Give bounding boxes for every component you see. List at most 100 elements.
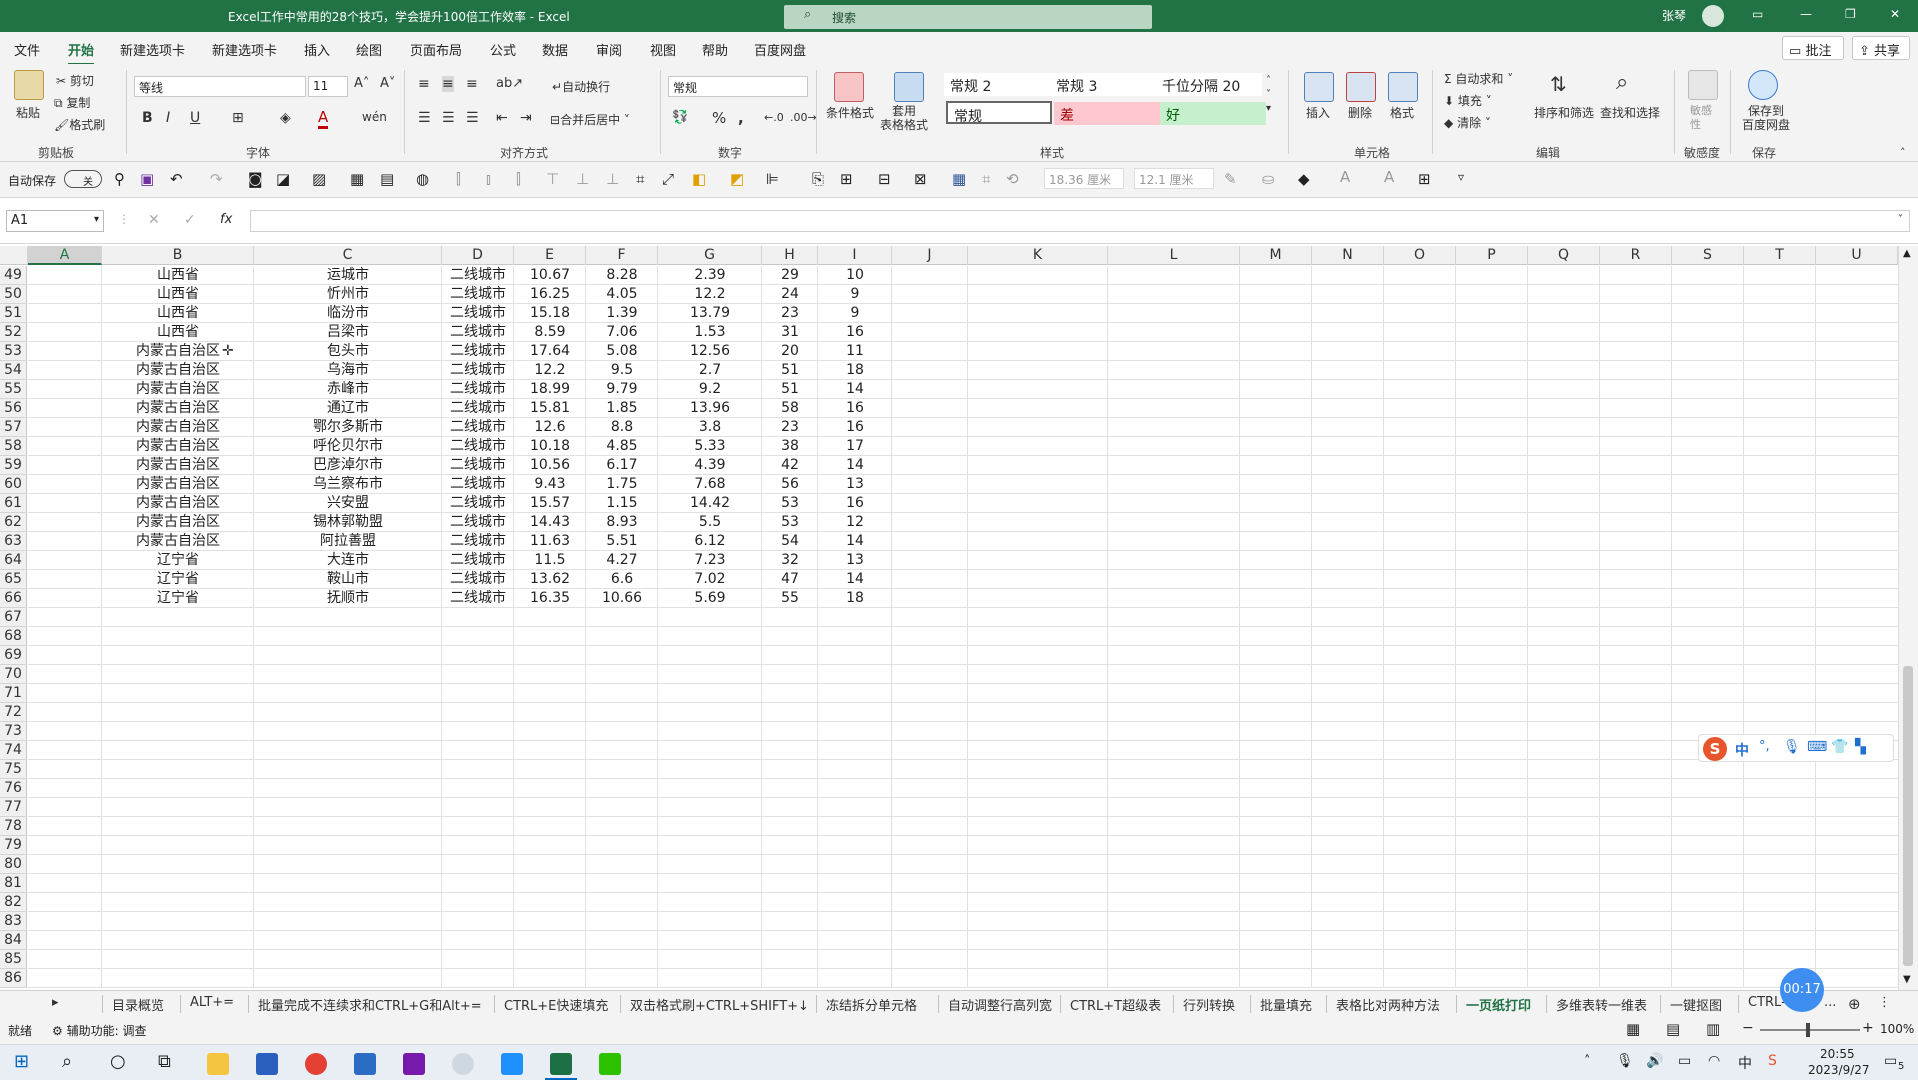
clock-time[interactable]: 20:55 (1820, 1047, 1855, 1061)
ime-lang[interactable]: 中 (1735, 740, 1749, 760)
menu-draw[interactable]: 绘图 (356, 40, 382, 59)
sheet-tab[interactable]: 一页纸打印 (1457, 995, 1540, 1019)
cell-c[interactable]: 赤峰市 (254, 380, 442, 399)
cortana-icon[interactable]: ○ (110, 1051, 126, 1072)
name-box[interactable]: A1 (6, 210, 104, 232)
cell-b[interactable]: 内蒙古自治区 (102, 361, 254, 380)
cell-d[interactable]: 二线城市 (442, 399, 514, 418)
cell-c[interactable]: 包头市 (254, 342, 442, 361)
save-icon[interactable]: ▣ (140, 170, 154, 188)
cell-g[interactable]: 14.42 (658, 494, 762, 513)
column-header-r[interactable]: R (1600, 246, 1672, 265)
row-header[interactable]: 85 (0, 950, 27, 969)
sheet-tab[interactable]: 一键抠图 (1670, 995, 1722, 1014)
cell-b[interactable]: 内蒙古自治区 (102, 456, 254, 475)
cell-f[interactable]: 1.75 (586, 475, 658, 494)
scroll-thumb[interactable] (1903, 666, 1913, 966)
fill-color-icon[interactable]: ◈ (280, 110, 291, 126)
row-header[interactable]: 53 (0, 342, 27, 361)
row-header[interactable]: 79 (0, 836, 27, 855)
cell-b[interactable]: 山西省 (102, 304, 254, 323)
font-name-select[interactable]: 等线 (134, 76, 306, 97)
row-header[interactable]: 59 (0, 456, 27, 475)
row-header[interactable]: 84 (0, 931, 27, 950)
row-header[interactable]: 75 (0, 760, 27, 779)
format-as-table-label[interactable]: 套用 表格格式 (880, 104, 928, 132)
column-header-d[interactable]: D (442, 246, 514, 265)
cell-g[interactable]: 2.7 (658, 361, 762, 380)
cell-f[interactable]: 1.15 (586, 494, 658, 513)
cell-c[interactable]: 鄂尔多斯市 (254, 418, 442, 437)
selection-icon[interactable]: ⌗ (982, 170, 990, 188)
customize-qat-icon[interactable]: ▿ (1458, 170, 1464, 184)
cell-g[interactable]: 7.02 (658, 570, 762, 589)
style-bad[interactable]: 差 (1054, 102, 1160, 125)
sort-filter-label[interactable]: 排序和筛选 (1534, 104, 1594, 121)
align-middle-obj-icon[interactable]: ⊥ (576, 170, 589, 188)
column-header-a[interactable]: A (28, 246, 102, 265)
excel-taskbar-icon[interactable] (550, 1053, 572, 1075)
row-header[interactable]: 57 (0, 418, 27, 437)
cell-d[interactable]: 二线城市 (442, 380, 514, 399)
row-header[interactable]: 68 (0, 627, 27, 646)
close-icon[interactable]: ✕ (1890, 7, 1900, 21)
style-good[interactable]: 好 (1160, 102, 1266, 125)
name-box-dropdown-icon[interactable]: ▾ (94, 214, 99, 225)
cell-h[interactable]: 29 (762, 266, 818, 285)
baidu-netdisk-icon[interactable] (1748, 70, 1778, 100)
row-header[interactable]: 73 (0, 722, 27, 741)
cell-b[interactable]: 内蒙古自治区 (102, 437, 254, 456)
recording-timer[interactable]: 00:17 (1780, 968, 1824, 1012)
cell-b[interactable]: 内蒙古自治区 (102, 399, 254, 418)
cell-i[interactable]: 17 (818, 437, 892, 456)
sheet-tab[interactable]: 多维表转一维表 (1556, 995, 1647, 1014)
keyboard-icon[interactable]: ⌨ (1807, 739, 1827, 755)
cell-d[interactable]: 二线城市 (442, 475, 514, 494)
row-header[interactable]: 60 (0, 475, 27, 494)
column-header-p[interactable]: P (1456, 246, 1528, 265)
store-icon[interactable] (256, 1053, 278, 1075)
cell-d[interactable]: 二线城市 (442, 513, 514, 532)
cell-g[interactable]: 3.8 (658, 418, 762, 437)
restore-icon[interactable]: ❐ (1845, 7, 1856, 21)
align-middle-icon[interactable]: ≡ (442, 76, 454, 92)
cell-c[interactable]: 抚顺市 (254, 589, 442, 608)
cell-g[interactable]: 2.39 (658, 266, 762, 285)
cell-b[interactable]: 内蒙古自治区 (102, 513, 254, 532)
align-top-obj-icon[interactable]: ⊤ (546, 170, 559, 188)
cell-b[interactable]: 内蒙古自治区 (102, 418, 254, 437)
cell-e[interactable]: 10.67 (514, 266, 586, 285)
cell-c[interactable]: 呼伦贝尔市 (254, 437, 442, 456)
row-header[interactable]: 56 (0, 399, 27, 418)
italic-icon[interactable]: I (166, 110, 170, 126)
cell-e[interactable]: 11.63 (514, 532, 586, 551)
insert-cells-label[interactable]: 插入 (1306, 104, 1330, 121)
avatar[interactable] (1702, 5, 1724, 27)
cell-i[interactable]: 16 (818, 418, 892, 437)
row-header[interactable]: 74 (0, 741, 27, 760)
align-right-obj-icon[interactable]: ⫿ (516, 170, 521, 188)
sheet-tab[interactable]: 批量填充 (1260, 995, 1312, 1014)
row-header[interactable]: 52 (0, 323, 27, 342)
wechat-icon[interactable] (599, 1053, 621, 1075)
cell-c[interactable]: 巴彦淖尔市 (254, 456, 442, 475)
cell-d[interactable]: 二线城市 (442, 589, 514, 608)
row-header[interactable]: 54 (0, 361, 27, 380)
cell-h[interactable]: 51 (762, 380, 818, 399)
sheet-tab[interactable]: 目录概览 (112, 995, 164, 1014)
cell-c[interactable]: 兴安盟 (254, 494, 442, 513)
notification-icon[interactable]: ▭ (1884, 1053, 1897, 1069)
select-all-corner[interactable] (0, 246, 28, 265)
mail-icon[interactable] (354, 1053, 376, 1075)
column-header-k[interactable]: K (968, 246, 1108, 265)
tray-mic-icon[interactable]: 🎙 (1616, 1053, 1634, 1069)
row-header[interactable]: 82 (0, 893, 27, 912)
row-header[interactable]: 61 (0, 494, 27, 513)
menu-insert[interactable]: 插入 (304, 40, 330, 59)
row-header[interactable]: 64 (0, 551, 27, 570)
sheet-tab[interactable]: CTRL+T超级表 (1070, 995, 1161, 1014)
chrome-icon[interactable] (305, 1053, 327, 1075)
cell-e[interactable]: 9.43 (514, 475, 586, 494)
cell-g[interactable]: 13.96 (658, 399, 762, 418)
cell-h[interactable]: 38 (762, 437, 818, 456)
